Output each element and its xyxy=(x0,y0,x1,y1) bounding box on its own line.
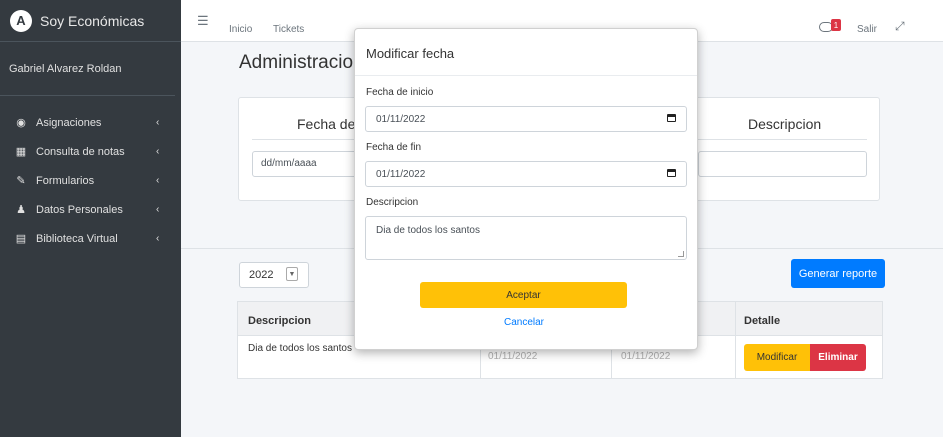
start-date-value: 01/11/2022 xyxy=(376,114,426,125)
brand-name: Soy Económicas xyxy=(40,12,145,29)
sidebar-item-label: Consulta de notas xyxy=(36,145,125,158)
sidebar-item-formularios[interactable]: ✎ Formularios ‹ xyxy=(0,166,181,195)
edit-icon: ✎ xyxy=(16,175,26,187)
user-name[interactable]: Gabriel Alvarez Roldan xyxy=(0,42,175,96)
fullscreen-icon[interactable]: ⤢ xyxy=(895,19,905,34)
sidebar-item-consulta-de-notas[interactable]: ▦ Consulta de notas ‹ xyxy=(0,137,181,166)
sidebar-item-biblioteca-virtual[interactable]: ▤ Biblioteca Virtual ‹ xyxy=(0,224,181,253)
nav-link-inicio[interactable]: Inicio xyxy=(229,24,252,35)
resize-handle-icon[interactable] xyxy=(678,251,684,257)
sidebar-item-label: Formularios xyxy=(36,174,95,187)
end-date-input[interactable]: 01/11/2022 xyxy=(365,161,687,187)
cell-fecha-fin: 01/11/2022 xyxy=(621,351,671,362)
description-label: Descripcion xyxy=(366,197,419,208)
page-title: Administracion xyxy=(239,52,364,73)
sidebar: A Soy Económicas Gabriel Alvarez Roldan … xyxy=(0,0,181,437)
form-header-descripcion: Descripcion xyxy=(748,116,822,132)
chevron-left-icon: ‹ xyxy=(156,146,160,157)
calendar-icon[interactable] xyxy=(667,114,676,122)
generate-report-button[interactable]: Generar reporte xyxy=(791,259,885,288)
year-select[interactable]: 2022 ▼ xyxy=(239,262,309,288)
accept-button[interactable]: Aceptar xyxy=(420,282,627,308)
modal-title: Modificar fecha xyxy=(366,46,455,61)
brand-logo-icon: A xyxy=(10,9,32,32)
calendar-icon[interactable] xyxy=(667,169,676,177)
chevron-left-icon: ‹ xyxy=(156,117,160,128)
start-date-label: Fecha de inicio xyxy=(366,87,434,98)
year-value: 2022 xyxy=(249,269,274,281)
chevron-left-icon: ‹ xyxy=(156,233,160,244)
sidebar-item-datos-personales[interactable]: ♟ Datos Personales ‹ xyxy=(0,195,181,224)
end-date-value: 01/11/2022 xyxy=(376,169,426,180)
tachometer-icon: ◉ xyxy=(16,117,26,129)
cancel-link[interactable]: Cancelar xyxy=(355,317,693,328)
description-textarea[interactable]: Dia de todos los santos xyxy=(365,216,687,260)
logout-link[interactable]: Salir xyxy=(857,24,877,35)
sidebar-item-label: Asignaciones xyxy=(36,116,102,129)
sidebar-nav: ◉ Asignaciones ‹ ▦ Consulta de notas ‹ ✎… xyxy=(0,96,181,253)
nav-link-tickets[interactable]: Tickets xyxy=(273,24,304,35)
column-header-detalle: Detalle xyxy=(744,315,781,327)
start-date-input[interactable]: 01/11/2022 xyxy=(365,106,687,132)
chevron-down-icon: ▼ xyxy=(286,267,298,281)
cell-fecha-inicio: 01/11/2022 xyxy=(488,351,538,362)
sidebar-item-label: Biblioteca Virtual xyxy=(36,232,118,245)
notification-badge: 1 xyxy=(831,19,841,31)
brand[interactable]: A Soy Económicas xyxy=(0,0,181,42)
delete-button[interactable]: Eliminar xyxy=(810,344,866,371)
divider xyxy=(252,139,362,140)
sidebar-item-asignaciones[interactable]: ◉ Asignaciones ‹ xyxy=(0,108,181,137)
sidebar-item-label: Datos Personales xyxy=(36,203,123,216)
grid-icon: ▦ xyxy=(15,146,27,158)
chevron-left-icon: ‹ xyxy=(156,204,160,215)
description-input[interactable] xyxy=(698,151,867,177)
cell-descripcion: Dia de todos los santos xyxy=(248,343,352,354)
end-date-label: Fecha de fin xyxy=(366,142,422,153)
user-icon: ♟ xyxy=(16,204,26,216)
column-divider xyxy=(735,302,736,378)
description-value: Dia de todos los santos xyxy=(376,225,480,236)
column-header-descripcion: Descripcion xyxy=(248,315,311,327)
modify-date-modal: Modificar fecha Fecha de inicio 01/11/20… xyxy=(354,28,698,350)
date-input[interactable]: dd/mm/aaaa xyxy=(252,151,362,177)
menu-icon[interactable]: ☰ xyxy=(197,13,209,29)
modify-button[interactable]: Modificar xyxy=(744,344,810,371)
modal-divider xyxy=(355,75,697,76)
book-icon: ▤ xyxy=(15,233,27,245)
chevron-left-icon: ‹ xyxy=(156,175,160,186)
divider xyxy=(698,139,867,140)
